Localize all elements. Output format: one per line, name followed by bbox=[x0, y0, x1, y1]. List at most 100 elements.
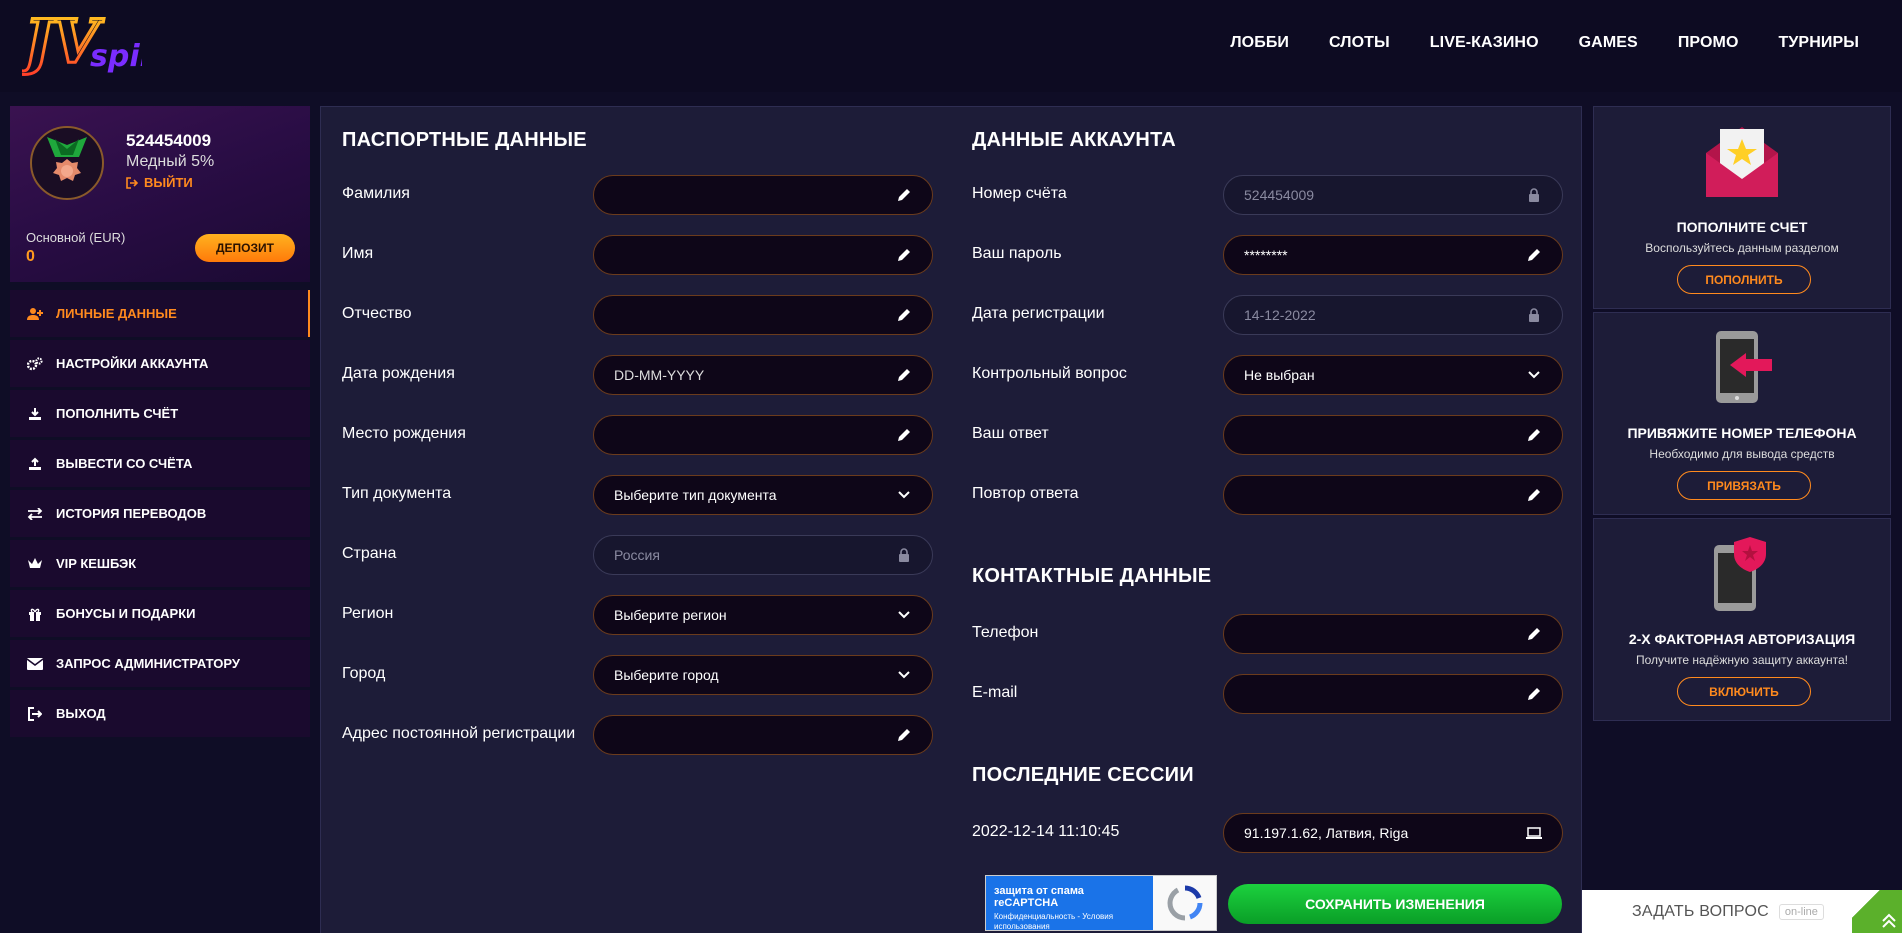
menu-item-vip-cashback[interactable]: VIP КЕШБЭК bbox=[10, 540, 310, 587]
registration-date-field: 14-12-2022 bbox=[1223, 295, 1563, 335]
chevron-down-icon bbox=[896, 487, 912, 503]
answer-field[interactable] bbox=[1223, 415, 1563, 455]
menu-item-bonuses[interactable]: БОНУСЫ И ПОДАРКИ bbox=[10, 590, 310, 637]
pencil-icon bbox=[1526, 686, 1542, 702]
save-changes-button[interactable]: СОХРАНИТЬ ИЗМЕНЕНИЯ bbox=[1228, 884, 1562, 924]
security-question-label: Контрольный вопрос bbox=[972, 365, 1127, 382]
nav-live-casino[interactable]: LIVE-КАЗИНО bbox=[1430, 34, 1539, 52]
nav-slots[interactable]: СЛОТЫ bbox=[1329, 34, 1390, 52]
medal-icon bbox=[47, 137, 87, 181]
promo-subtitle: Получите надёжную защиту аккаунта! bbox=[1635, 653, 1848, 667]
address-field[interactable] bbox=[593, 715, 933, 755]
menu-item-withdraw[interactable]: ВЫВЕСТИ СО СЧЁТА bbox=[10, 440, 310, 487]
promo-title: ПОПОЛНИТЕ СЧЕТ bbox=[1676, 219, 1808, 235]
recaptcha-text: защита от спама reCAPTCHA Конфиденциальн… bbox=[986, 876, 1153, 931]
user-level: Медный 5% bbox=[126, 153, 215, 170]
account-menu: ЛИЧНЫЕ ДАННЫЕ НАСТРОЙКИ АККАУНТА ПОПОЛНИ… bbox=[10, 290, 310, 737]
balance-label: Основной (EUR) bbox=[26, 230, 126, 245]
pencil-icon bbox=[1526, 487, 1542, 503]
menu-item-admin-request[interactable]: ЗАПРОС АДМИНИСТРАТОРУ bbox=[10, 640, 310, 687]
pencil-icon bbox=[896, 427, 912, 443]
nav-lobby[interactable]: ЛОББИ bbox=[1230, 34, 1289, 52]
birth-place-label: Место рождения bbox=[342, 425, 466, 442]
menu-item-account-settings[interactable]: НАСТРОЙКИ АККАУНТА bbox=[10, 340, 310, 387]
password-field[interactable]: ******** bbox=[1223, 235, 1563, 275]
recaptcha-badge[interactable]: защита от спама reCAPTCHA Конфиденциальн… bbox=[985, 875, 1217, 931]
security-question-select[interactable]: Не выбран bbox=[1223, 355, 1563, 395]
password-label: Ваш пароль bbox=[972, 245, 1062, 262]
country-field: Россия bbox=[593, 535, 933, 575]
city-select[interactable]: Выберите город bbox=[593, 655, 933, 695]
city-label: Город bbox=[342, 665, 386, 682]
pencil-icon bbox=[1526, 427, 1542, 443]
registration-date-label: Дата регистрации bbox=[972, 305, 1105, 322]
chevron-down-icon bbox=[1526, 367, 1542, 383]
phone-shield-icon bbox=[1702, 533, 1782, 618]
ask-question-widget[interactable]: ЗАДАТЬ ВОПРОС on-line bbox=[1582, 890, 1902, 933]
pencil-icon bbox=[896, 367, 912, 383]
first-name-label: Имя bbox=[342, 245, 374, 262]
menu-item-label: ИСТОРИЯ ПЕРЕВОДОВ bbox=[56, 506, 207, 521]
logo[interactable]: JV spin bbox=[13, 0, 161, 88]
promo-subtitle: Необходимо для вывода средств bbox=[1649, 447, 1835, 461]
menu-item-deposit[interactable]: ПОПОЛНИТЬ СЧЁТ bbox=[10, 390, 310, 437]
envelope-icon bbox=[26, 657, 44, 670]
account-number-label: Номер счёта bbox=[972, 185, 1067, 202]
envelope-star-icon bbox=[1702, 121, 1782, 206]
nav-tournaments[interactable]: ТУРНИРЫ bbox=[1779, 34, 1860, 52]
online-status-badge: on-line bbox=[1778, 903, 1824, 920]
crown-icon bbox=[26, 557, 44, 570]
phone-field[interactable] bbox=[1223, 614, 1563, 654]
contacts-section-title: КОНТАКТНЫЕ ДАННЫЕ bbox=[972, 565, 1212, 587]
promo-deposit-button[interactable]: ПОПОЛНИТЬ bbox=[1677, 265, 1811, 294]
email-label: E-mail bbox=[972, 684, 1018, 701]
session-time: 2022-12-14 11:10:45 bbox=[972, 823, 1120, 840]
header: JV spin ЛОББИ СЛОТЫ LIVE-КАЗИНО GAMES ПР… bbox=[0, 0, 1902, 92]
menu-item-personal-data[interactable]: ЛИЧНЫЕ ДАННЫЕ bbox=[10, 290, 310, 337]
address-label: Адрес постоянной регистрации bbox=[342, 725, 576, 742]
nav-games[interactable]: GAMES bbox=[1579, 34, 1638, 52]
nav-promo[interactable]: ПРОМО bbox=[1678, 34, 1739, 52]
phone-label: Телефон bbox=[972, 624, 1039, 641]
menu-item-logout[interactable]: ВЫХОД bbox=[10, 690, 310, 737]
region-select[interactable]: Выберите регион bbox=[593, 595, 933, 635]
svg-text:spin: spin bbox=[90, 39, 142, 74]
answer-label: Ваш ответ bbox=[972, 425, 1049, 442]
document-type-select[interactable]: Выберите тип документа bbox=[593, 475, 933, 515]
menu-item-label: ВЫХОД bbox=[56, 706, 106, 721]
region-label: Регион bbox=[342, 605, 394, 622]
account-section-title: ДАННЫЕ АККАУНТА bbox=[972, 129, 1176, 151]
birth-date-field[interactable]: DD-MM-YYYY bbox=[593, 355, 933, 395]
promo-title: 2-Х ФАКТОРНАЯ АВТОРИЗАЦИЯ bbox=[1628, 631, 1856, 647]
repeat-answer-field[interactable] bbox=[1223, 475, 1563, 515]
logout-label: ВЫЙТИ bbox=[144, 175, 193, 190]
sessions-section-title: ПОСЛЕДНИЕ СЕССИИ bbox=[972, 764, 1194, 786]
sidebar: 524454009 Медный 5% ВЫЙТИ Основной (EUR)… bbox=[10, 106, 310, 740]
promo-phone: ПРИВЯЖИТЕ НОМЕР ТЕЛЕФОНА Необходимо для … bbox=[1593, 312, 1891, 515]
surname-field[interactable] bbox=[593, 175, 933, 215]
deposit-button[interactable]: ДЕПОЗИТ bbox=[195, 234, 295, 262]
profile-card: 524454009 Медный 5% ВЫЙТИ Основной (EUR)… bbox=[10, 106, 310, 282]
menu-item-label: ЛИЧНЫЕ ДАННЫЕ bbox=[56, 306, 177, 321]
promo-link-phone-button[interactable]: ПРИВЯЗАТЬ bbox=[1677, 471, 1811, 500]
email-field[interactable] bbox=[1223, 674, 1563, 714]
user-id: 524454009 bbox=[126, 131, 212, 150]
menu-item-label: БОНУСЫ И ПОДАРКИ bbox=[56, 606, 196, 621]
promo-enable-2fa-button[interactable]: ВКЛЮЧИТЬ bbox=[1677, 677, 1811, 706]
patronymic-label: Отчество bbox=[342, 305, 412, 322]
passport-section-title: ПАСПОРТНЫЕ ДАННЫЕ bbox=[342, 129, 587, 151]
birth-place-field[interactable] bbox=[593, 415, 933, 455]
gift-icon bbox=[26, 607, 44, 621]
account-number-field: 524454009 bbox=[1223, 175, 1563, 215]
logout-link[interactable]: ВЫЙТИ bbox=[126, 175, 193, 190]
first-name-field[interactable] bbox=[593, 235, 933, 275]
promo-subtitle: Воспользуйтесь данным разделом bbox=[1645, 241, 1839, 255]
phone-arrow-icon bbox=[1702, 327, 1782, 412]
menu-item-transfer-history[interactable]: ИСТОРИЯ ПЕРЕВОДОВ bbox=[10, 490, 310, 537]
promo-column: ПОПОЛНИТЕ СЧЕТ Воспользуйтесь данным раз… bbox=[1593, 106, 1891, 724]
exchange-icon bbox=[26, 507, 44, 520]
menu-item-label: НАСТРОЙКИ АККАУНТА bbox=[56, 356, 209, 371]
pencil-icon bbox=[1526, 247, 1542, 263]
patronymic-field[interactable] bbox=[593, 295, 933, 335]
chevron-down-icon bbox=[896, 667, 912, 683]
